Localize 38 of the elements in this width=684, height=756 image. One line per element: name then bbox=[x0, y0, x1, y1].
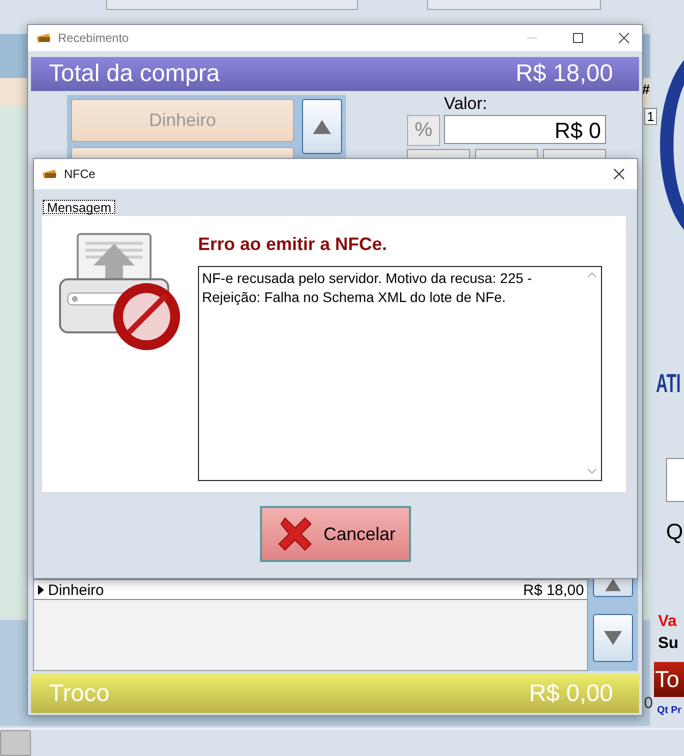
text-field[interactable] bbox=[427, 0, 601, 10]
value-field[interactable]: R$ 0 bbox=[444, 115, 606, 144]
text-field[interactable] bbox=[106, 0, 358, 10]
maximize-icon[interactable] bbox=[572, 32, 584, 44]
payment-method: Dinheiro bbox=[48, 582, 105, 598]
total-label: Total da compra bbox=[49, 60, 220, 88]
up-triangle-icon bbox=[603, 578, 623, 592]
money-icon bbox=[42, 168, 58, 180]
product-quantity-label: Qt Pr bbox=[657, 705, 682, 716]
table-cell: 1 bbox=[644, 108, 658, 125]
total-label: To bbox=[654, 662, 684, 697]
payment-amount: R$ 18,00 bbox=[523, 582, 585, 598]
window-title: Recebimento bbox=[58, 31, 129, 45]
subtotal-label: Su bbox=[658, 635, 678, 653]
row-pointer-icon bbox=[38, 585, 44, 595]
value-label: Va bbox=[658, 613, 677, 631]
change-label: Troco bbox=[49, 680, 110, 708]
payment-row[interactable]: Dinheiro R$ 18,00 bbox=[34, 581, 587, 600]
brand-text: ATI bbox=[656, 368, 681, 399]
down-triangle-icon bbox=[603, 630, 623, 646]
change-value: R$ 0,00 bbox=[528, 680, 613, 708]
value-label: Valor: bbox=[444, 94, 488, 114]
table-cell: 0 bbox=[644, 695, 653, 713]
error-message: NF-e recusada pelo servidor. Motivo da recusa: 225 - Rejeição: Falha no Schema XML do lote de NFe. bbox=[201, 269, 533, 307]
tab[interactable]: Mensagem bbox=[42, 199, 116, 215]
logo-arc-icon bbox=[660, 60, 684, 230]
scroll-down-button[interactable] bbox=[593, 614, 633, 662]
close-icon[interactable] bbox=[618, 32, 630, 44]
close-icon[interactable] bbox=[613, 168, 625, 180]
money-icon bbox=[36, 32, 52, 44]
window-title: NFCe bbox=[64, 167, 96, 181]
error-heading: Erro ao emitir a NFCe. bbox=[198, 234, 388, 255]
column-header: # bbox=[642, 81, 650, 97]
up-triangle-icon bbox=[312, 118, 332, 134]
total-value: R$ 18,00 bbox=[516, 60, 613, 88]
cancel-button[interactable]: Cancelar bbox=[260, 506, 411, 562]
quantity-label: Q bbox=[666, 519, 684, 545]
scroll-up-button[interactable] bbox=[302, 99, 342, 154]
